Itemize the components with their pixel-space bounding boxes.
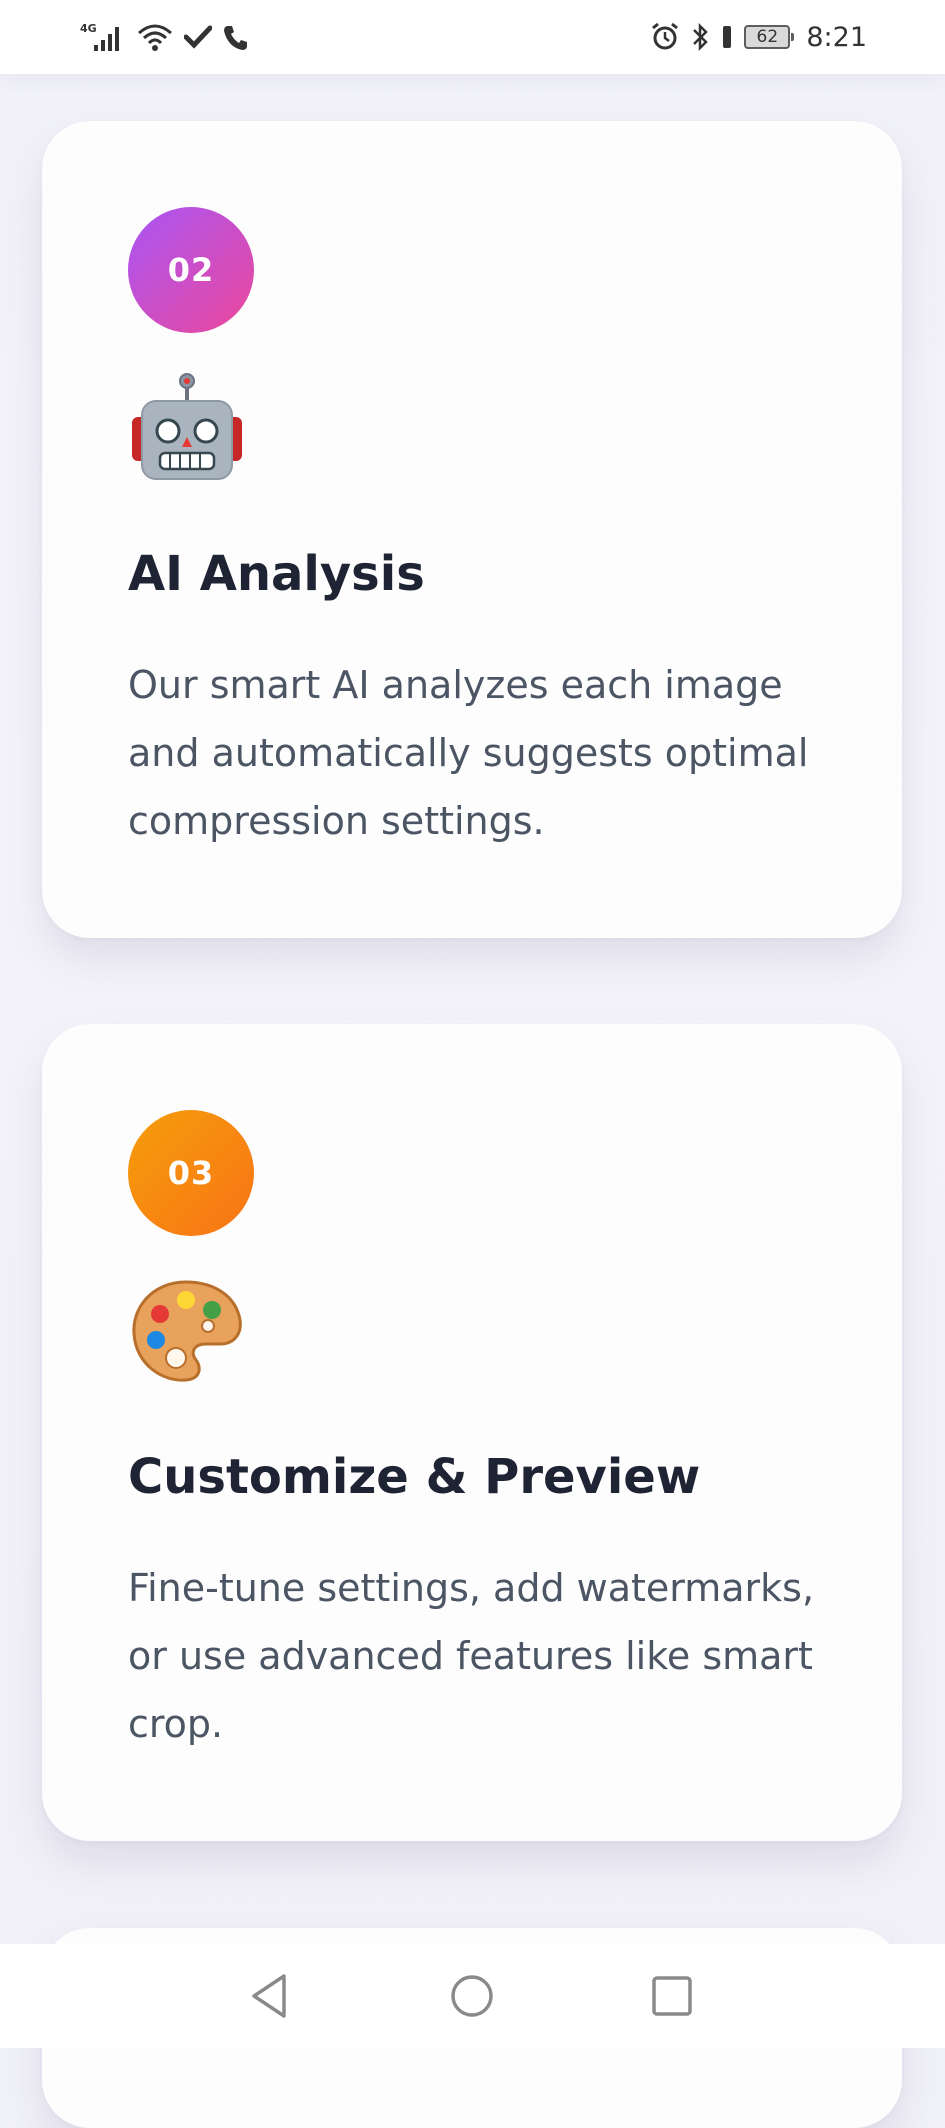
wifi-icon [136, 22, 174, 52]
step-number-badge: 03 [128, 1110, 254, 1236]
status-left-group: 4G [80, 18, 248, 56]
cellular-signal-icon: 4G [80, 21, 126, 53]
battery-icon: 62 [744, 25, 795, 49]
status-bar: 4G 62 8:21 [0, 0, 945, 74]
home-circle-icon[interactable] [442, 1966, 502, 2026]
vibrate-icon [720, 22, 734, 52]
status-right-group: 62 8:21 [650, 18, 867, 56]
step-number-badge: 02 [128, 207, 254, 333]
alarm-icon [650, 22, 680, 52]
battery-level: 62 [756, 26, 779, 47]
card-description: Fine-tune settings, add watermarks, or u… [128, 1566, 815, 1746]
card-title: Customize & Preview [128, 1449, 701, 1505]
step-number: 03 [167, 1154, 215, 1192]
bluetooth-icon [690, 22, 710, 52]
palette-icon [128, 1274, 246, 1392]
step-number: 02 [167, 251, 215, 289]
svg-text:4G: 4G [80, 22, 97, 35]
phone-icon [222, 23, 248, 51]
step-card-customize-preview: 03 Customize & Preview Fine-tune setting… [42, 1024, 902, 1841]
recent-square-icon[interactable] [642, 1966, 702, 2026]
status-clock: 8:21 [806, 21, 867, 53]
card-description: Our smart AI analyzes each image and aut… [128, 663, 809, 843]
back-triangle-icon[interactable] [240, 1966, 300, 2026]
step-card-ai-analysis: 02 AI Analysis Our smart AI analyzes eac… [42, 121, 902, 938]
robot-icon [128, 371, 246, 489]
check-icon [184, 24, 212, 50]
card-title: AI Analysis [128, 546, 425, 602]
system-navigation-bar [0, 1944, 945, 2048]
